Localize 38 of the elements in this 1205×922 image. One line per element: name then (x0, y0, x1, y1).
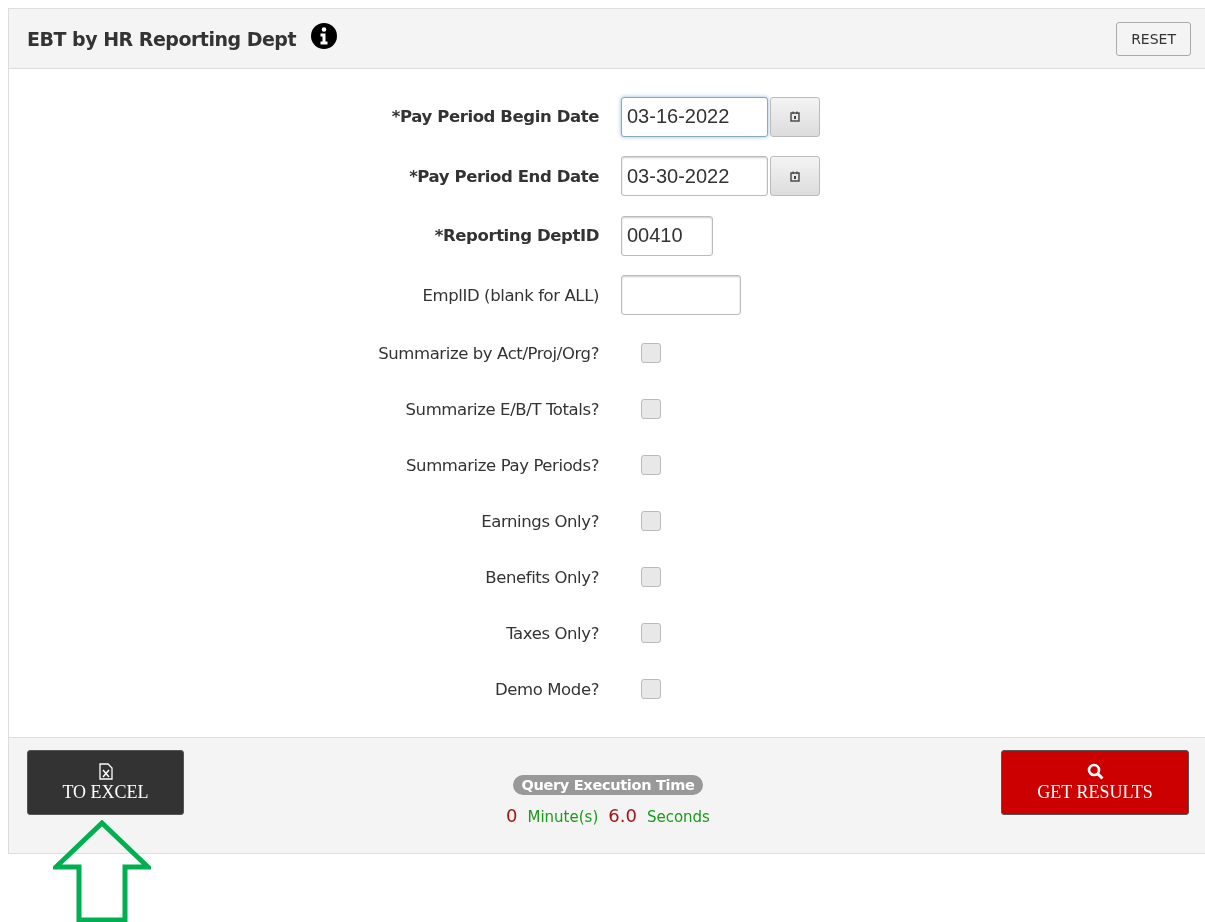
field-label: Taxes Only? (506, 623, 599, 643)
text-field[interactable]: 00410 (621, 215, 713, 256)
field-label: *Pay Period End Date (409, 166, 599, 186)
checkbox[interactable] (641, 567, 661, 587)
field-label: EmplID (blank for ALL) (422, 285, 599, 305)
calendar-button[interactable] (770, 96, 820, 137)
checkbox[interactable] (641, 455, 661, 475)
checkbox[interactable] (641, 343, 661, 363)
date-field[interactable]: 03-16-2022 (621, 96, 768, 137)
checkbox[interactable] (641, 679, 661, 699)
field-label: Earnings Only? (481, 511, 599, 531)
date-field[interactable]: 03-30-2022 (621, 156, 768, 197)
field-label: Summarize E/B/T Totals? (405, 399, 599, 419)
field-label: Summarize Pay Periods? (406, 455, 599, 475)
text-field[interactable] (621, 275, 741, 316)
checkbox[interactable] (641, 399, 661, 419)
excel-file-icon (98, 762, 113, 780)
field-label: *Reporting DeptID (434, 226, 599, 246)
reset-button[interactable]: RESET (1116, 21, 1191, 56)
calendar-icon (790, 170, 800, 182)
seconds-unit: Seconds (646, 808, 710, 826)
panel-title: EBT by HR Reporting Dept (27, 27, 296, 50)
timer-label: Query Execution Time (513, 775, 703, 795)
excel-button[interactable]: TO EXCEL (27, 750, 184, 815)
minutes-value: 0 (506, 805, 518, 826)
info-icon[interactable] (310, 21, 338, 50)
seconds-value: 6.0 (608, 805, 637, 826)
calendar-button[interactable] (770, 156, 820, 197)
checkbox[interactable] (641, 623, 661, 643)
minutes-unit: Minute(s) (527, 808, 599, 826)
field-label: Demo Mode? (495, 679, 599, 699)
get-results-button[interactable]: GET RESULTS (1001, 750, 1189, 815)
calendar-icon (790, 111, 800, 123)
field-label: Benefits Only? (485, 567, 599, 587)
checkbox[interactable] (641, 511, 661, 531)
field-label: Summarize by Act/Proj/Org? (378, 343, 599, 363)
search-icon (1086, 762, 1104, 780)
field-label: *Pay Period Begin Date (391, 107, 599, 127)
